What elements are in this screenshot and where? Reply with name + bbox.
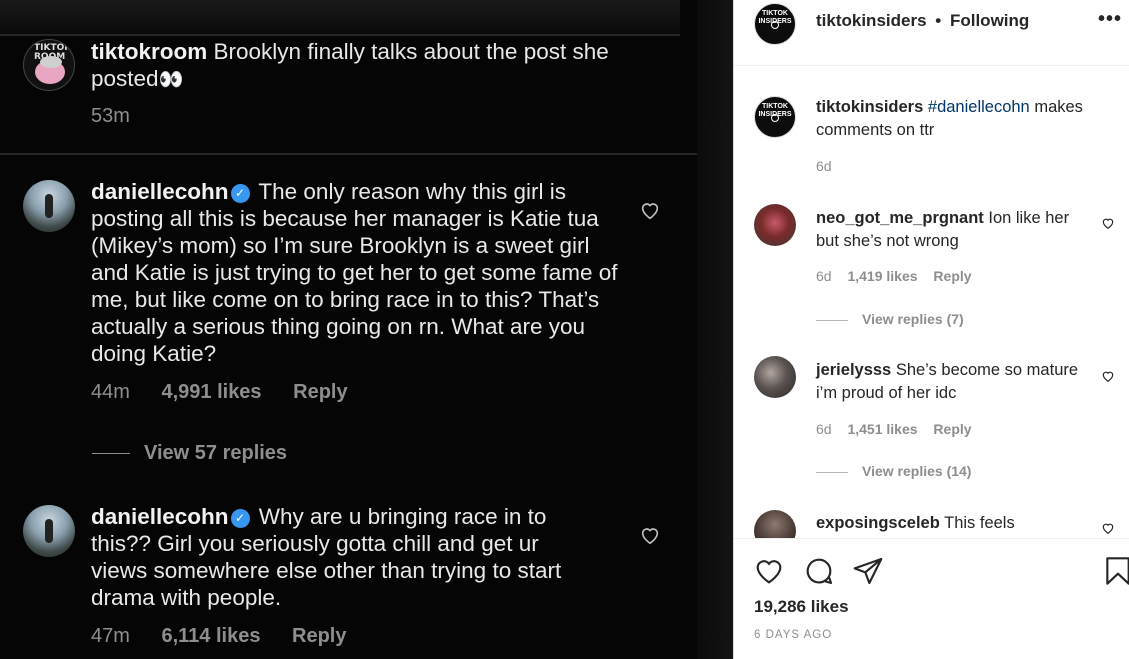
caption-hashtag[interactable]: #daniellecohn	[928, 98, 1030, 116]
comment-text: This feels	[944, 514, 1015, 532]
post-sidebar: TIKTOK INSIDERS tiktokinsiders • Followi…	[733, 0, 1129, 659]
post-header: TIKTOK INSIDERS tiktokinsiders • Followi…	[734, 0, 1129, 66]
post-time[interactable]: 6 DAYS AGO	[754, 629, 832, 641]
comment-daniellecohn-1: daniellecohn ✓ The only reason why this g…	[91, 178, 621, 367]
avatar-logo	[771, 21, 779, 29]
view-replies-label: View 57 replies	[144, 442, 288, 464]
heart-icon[interactable]	[639, 199, 661, 221]
eyes-emoji: 👀	[158, 69, 184, 91]
heart-icon[interactable]	[639, 524, 661, 546]
header-bullet: •	[935, 11, 942, 30]
comment-time[interactable]: 6d	[816, 421, 832, 437]
comment-meta: 6d 1,451 likes Reply	[816, 421, 984, 437]
avatar-graphic-top	[40, 56, 62, 68]
comment-meta: 47m 6,114 likes Reply	[91, 625, 372, 648]
more-dots-icon[interactable]: •••	[1098, 8, 1122, 31]
daniellecohn-avatar	[23, 505, 75, 557]
comment-jerielysss: jerielysss She’s become so mature i’m pr…	[816, 359, 1088, 404]
comment-username[interactable]: exposingsceleb	[816, 514, 940, 532]
following-button[interactable]: Following	[950, 11, 1029, 30]
divider	[0, 34, 680, 36]
daniellecohn-avatar	[23, 180, 75, 232]
comment-tiktokroom: tiktokroom Brooklyn finally talks about …	[91, 38, 681, 94]
comment-time[interactable]: 6d	[816, 268, 832, 284]
reply-link: Reply	[293, 381, 348, 403]
heart-icon[interactable]	[1101, 369, 1115, 383]
comment-time: 53m	[91, 105, 130, 127]
tiktokroom-avatar: TIKTOK ROOM	[23, 39, 75, 91]
comment-time: 44m	[91, 381, 130, 403]
comment-username[interactable]: neo_got_me_prgnant	[816, 209, 984, 227]
comment-meta: 6d 1,419 likes Reply	[816, 268, 984, 284]
verified-badge-icon: ✓	[230, 184, 250, 203]
tiktokinsiders-avatar[interactable]: TIKTOK INSIDERS	[754, 3, 796, 45]
post-actions: 19,286 likes 6 DAYS AGO	[734, 538, 1129, 659]
view-replies-button[interactable]: View replies (7)	[816, 311, 964, 327]
comment-time: 47m	[91, 625, 130, 647]
avatar-logo	[771, 114, 779, 122]
caption-meta: 6d	[816, 158, 844, 174]
heart-icon[interactable]	[1101, 521, 1115, 535]
comment-meta: 44m 4,991 likes Reply	[91, 381, 374, 404]
view-replies-button[interactable]: View replies (14)	[816, 463, 971, 479]
heart-icon[interactable]	[1101, 216, 1115, 230]
comment-username[interactable]: jerielysss	[816, 361, 891, 379]
comment-likes[interactable]: 1,451 likes	[847, 421, 917, 437]
reply-button[interactable]: Reply	[933, 268, 971, 284]
neo-avatar[interactable]	[754, 204, 796, 246]
post-likes[interactable]: 19,286 likes	[754, 597, 849, 617]
replies-line	[816, 319, 848, 321]
caption-time[interactable]: 6d	[816, 158, 832, 174]
heart-icon[interactable]	[753, 555, 785, 587]
comment-meta: 53m	[91, 105, 156, 128]
reply-link: Reply	[292, 625, 347, 647]
comment-exposingsceleb: exposingsceleb This feels	[816, 512, 1088, 535]
divider	[0, 153, 697, 155]
reply-button[interactable]: Reply	[933, 421, 971, 437]
bookmark-icon[interactable]	[1102, 555, 1129, 587]
comment-username: daniellecohn	[91, 504, 229, 529]
view-replies: View 57 replies	[92, 442, 287, 465]
verified-badge-icon: ✓	[230, 509, 250, 528]
image-edge	[697, 0, 733, 659]
replies-line	[816, 471, 848, 473]
share-icon[interactable]	[852, 555, 884, 587]
view-replies-label: View replies (7)	[862, 311, 964, 327]
avatar-figure	[45, 519, 53, 543]
view-replies-label: View replies (14)	[862, 463, 972, 479]
caption-avatar[interactable]: TIKTOK INSIDERS	[754, 96, 796, 138]
jerielysss-avatar[interactable]	[754, 356, 796, 398]
comment-username: tiktokroom	[91, 39, 208, 64]
comment-likes: 6,114 likes	[161, 625, 261, 647]
comment-neo: neo_got_me_prgnant Ion like her but she’…	[816, 207, 1088, 252]
replies-line	[92, 453, 130, 455]
image-top-blur	[0, 0, 680, 34]
comment-likes[interactable]: 1,419 likes	[847, 268, 917, 284]
comment-likes: 4,991 likes	[161, 381, 262, 403]
avatar-figure	[45, 194, 53, 218]
header-user: tiktokinsiders • Following	[816, 11, 1029, 31]
post-image: TIKTOK ROOM tiktokroom Brooklyn finally …	[0, 0, 733, 659]
header-username[interactable]: tiktokinsiders	[816, 11, 927, 30]
comment-icon[interactable]	[803, 555, 835, 587]
comment-daniellecohn-2: daniellecohn ✓ Why are u bringing race in…	[91, 503, 601, 611]
caption-username[interactable]: tiktokinsiders	[816, 98, 923, 116]
comment-username: daniellecohn	[91, 179, 229, 204]
post-caption: tiktokinsiders #daniellecohn makes comme…	[816, 96, 1106, 141]
comment-body: The only reason why this girl is posting…	[91, 179, 618, 366]
